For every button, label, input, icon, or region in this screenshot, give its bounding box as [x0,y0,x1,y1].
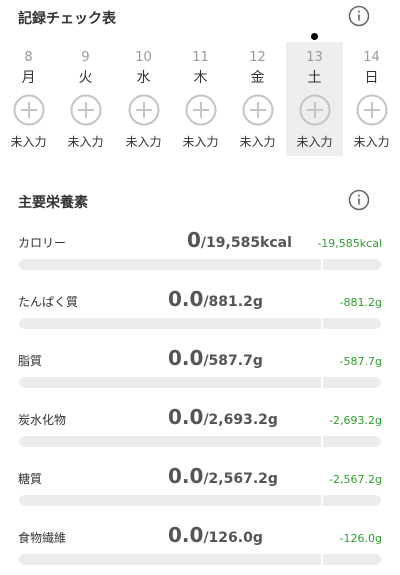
plus-circle-icon[interactable] [70,94,102,126]
nutrients-section-header: 主要栄養素 [0,186,400,216]
plus-circle-icon[interactable] [13,94,45,126]
nutrient-row[interactable]: たんぱく質 0.0/881.2g -881.2g [0,287,400,339]
day-date: 12 [249,50,266,65]
day-weekday: 土 [307,70,322,86]
nutrient-difference: -587.7g [339,355,382,368]
plus-circle-icon[interactable] [299,94,331,126]
nutrient-difference: -881.2g [339,296,382,309]
nutrient-name: たんぱく質 [18,295,79,309]
day-date: 10 [135,50,152,65]
nutrients-section-title: 主要栄養素 [18,195,88,211]
day-weekday: 火 [78,70,93,86]
calendar-day-10[interactable]: 10 水未入力 [115,42,172,156]
day-weekday: 月 [21,70,36,86]
nutrient-target-marker [321,259,323,270]
nutrient-name: カロリー [18,236,67,250]
nutrient-name: 脂質 [18,354,43,368]
nutrient-difference: -19,585kcal [317,237,382,250]
day-status-label: 未入力 [67,135,104,149]
nutrient-row[interactable]: 食物繊維 0.0/126.0g -126.0g [0,523,400,575]
nutrient-target: /2,693.2g [203,412,278,428]
nutrient-progress-bar [19,436,381,447]
day-weekday: 木 [193,70,208,86]
nutrient-progress-bar [19,554,381,565]
nutrient-target: /126.0g [203,530,263,546]
day-status-label: 未入力 [125,135,162,149]
day-status-label: 未入力 [10,135,47,149]
nutrient-row[interactable]: 糖質 0.0/2,567.2g -2,567.2g [0,464,400,516]
nutrient-target: /587.7g [203,353,263,369]
plus-circle-icon[interactable] [128,94,160,126]
calendar-day-8[interactable]: 8 月未入力 [0,42,57,156]
day-status-label: 未入力 [182,135,219,149]
nutrient-current: 0.0 [168,523,204,547]
nutrient-row[interactable]: 炭水化物 0.0/2,693.2g -2,693.2g [0,405,400,457]
week-calendar: 8 月未入力 9 火未入力 10 水未入力 11 木未入力 12 金未入力 13 土未入力 14 日未入力 [0,42,400,160]
day-date: 9 [81,50,90,65]
day-weekday: 水 [136,70,151,86]
nutrient-value: 0.0/2,567.2g [168,464,278,488]
calendar-day-9[interactable]: 9 火未入力 [57,42,114,156]
nutrient-name: 炭水化物 [18,413,67,427]
day-date: 14 [363,50,380,65]
calendar-day-13[interactable]: 13 土未入力 [286,42,343,156]
day-status-label: 未入力 [296,135,333,149]
calendar-day-11[interactable]: 11 木未入力 [172,42,229,156]
nutrient-value: 0.0/2,693.2g [168,405,278,429]
day-date: 8 [24,50,33,65]
day-date: 13 [306,50,323,65]
nutrient-progress-bar [19,377,381,388]
nutrient-target-marker [321,377,323,388]
nutrient-difference: -2,567.2g [329,473,382,486]
nutrient-name: 糖質 [18,472,43,486]
plus-circle-icon[interactable] [356,94,388,126]
info-circle-icon[interactable] [348,189,370,211]
nutrient-target-marker [321,318,323,329]
nutrient-value: 0.0/881.2g [168,287,263,311]
nutrient-name: 食物繊維 [18,531,67,545]
nutrient-target: /2,567.2g [203,471,278,487]
nutrient-target-marker [321,554,323,565]
nutrient-target-marker [321,495,323,506]
nutrient-current: 0 [187,228,201,252]
check-section-title: 記録チェック表 [18,11,116,27]
calendar-day-14[interactable]: 14 日未入力 [343,42,400,156]
day-weekday: 日 [364,70,379,86]
nutrient-progress-bar [19,495,381,506]
nutrient-value: 0/19,585kcal [187,228,292,252]
nutrient-row[interactable]: 脂質 0.0/587.7g -587.7g [0,346,400,398]
day-weekday: 金 [250,70,265,86]
nutrient-target: /19,585kcal [200,235,292,251]
nutrient-difference: -126.0g [339,532,382,545]
day-status-label: 未入力 [239,135,276,149]
day-date: 11 [192,50,209,65]
plus-circle-icon[interactable] [242,94,274,126]
nutrient-target-marker [321,436,323,447]
nutrient-current: 0.0 [168,346,204,370]
nutrient-row[interactable]: カロリー 0/19,585kcal -19,585kcal [0,228,400,280]
nutrient-progress-bar [19,318,381,329]
day-status-label: 未入力 [353,135,390,149]
info-circle-icon[interactable] [348,5,370,27]
today-marker-dot [311,33,318,40]
plus-circle-icon[interactable] [185,94,217,126]
nutrient-current: 0.0 [168,287,204,311]
check-section-header: 記録チェック表 [0,2,400,32]
nutrient-target: /881.2g [203,294,263,310]
nutrient-value: 0.0/587.7g [168,346,263,370]
nutrient-difference: -2,693.2g [329,414,382,427]
nutrient-value: 0.0/126.0g [168,523,263,547]
calendar-day-12[interactable]: 12 金未入力 [229,42,286,156]
nutrient-progress-bar [19,259,381,270]
nutrient-current: 0.0 [168,464,204,488]
nutrient-current: 0.0 [168,405,204,429]
